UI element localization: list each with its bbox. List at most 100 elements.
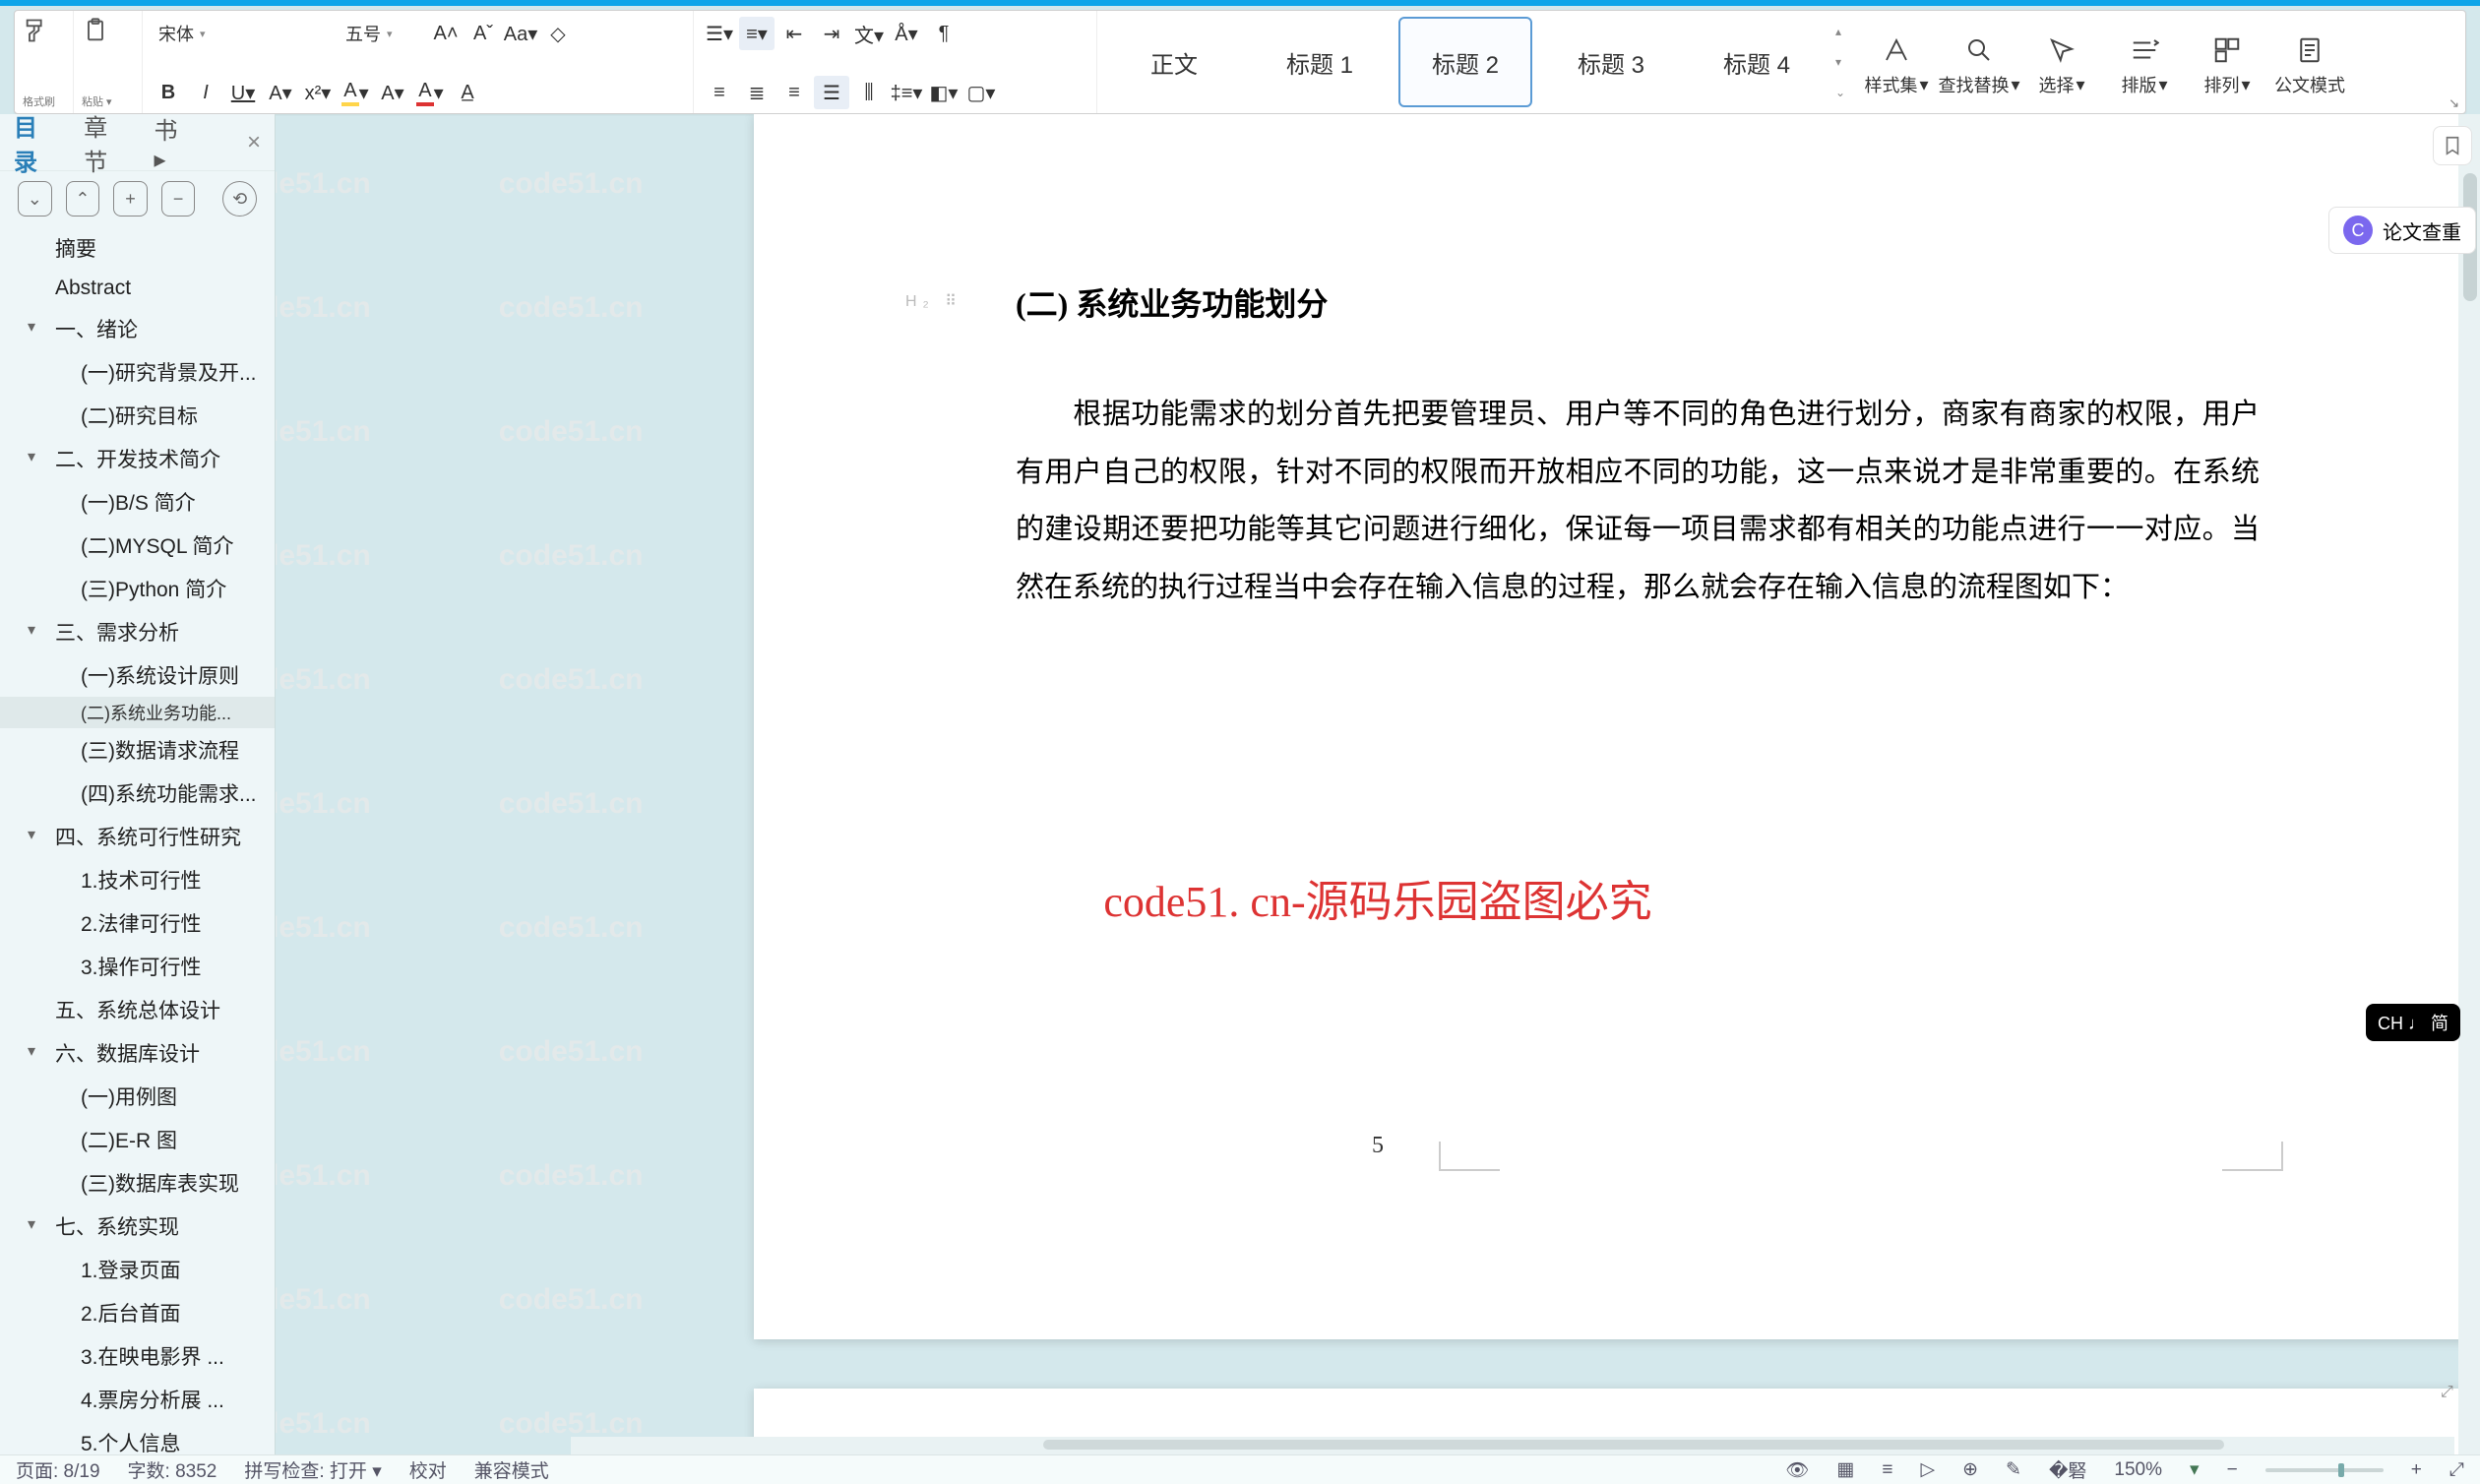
style-scroll-up-icon[interactable]: ▴ [1835, 25, 1845, 38]
fullscreen-icon[interactable]: ⤢ [2449, 1459, 2464, 1481]
font-color2-button[interactable]: A▾ [412, 76, 448, 109]
nav-remove-icon[interactable]: − [161, 181, 196, 216]
nav-close-button[interactable]: × [247, 129, 261, 156]
outline-item[interactable]: Abstract [0, 270, 275, 307]
view-print-icon[interactable]: ▦ [1836, 1458, 1854, 1481]
outline-handle[interactable]: H₂ ⠿ [905, 291, 962, 311]
outline-item[interactable]: ▾二、开发技术简介 [0, 437, 275, 480]
outline-item[interactable]: (三)Python 简介 [0, 567, 275, 610]
view-focus-icon[interactable]: 👁 [1785, 1458, 1809, 1482]
align-left-button[interactable]: ≡ [702, 76, 737, 109]
view-outline-icon[interactable]: ≡ [1882, 1459, 1892, 1481]
outline-item[interactable]: ▾四、系统可行性研究 [0, 815, 275, 858]
align-center-button[interactable]: ≣ [739, 76, 775, 109]
nav-refresh-icon[interactable]: ⟲ [222, 181, 257, 216]
zoom-slider[interactable] [2265, 1468, 2384, 1472]
outline-item[interactable]: ▾一、绪论 [0, 307, 275, 350]
bullets-button[interactable]: ☰▾ [702, 17, 737, 50]
change-case-icon[interactable]: Aa▾ [503, 17, 538, 50]
outline-item[interactable]: 3.操作可行性 [0, 945, 275, 988]
outline-item[interactable]: (一)系统设计原则 [0, 653, 275, 697]
numbering-button[interactable]: ≡▾ [739, 17, 775, 50]
font-size-select[interactable]: 五号▾ [338, 18, 426, 49]
outline-item[interactable]: 五、系统总体设计 [0, 988, 275, 1031]
layout-button[interactable]: 排列▾ [2186, 11, 2268, 113]
decrease-indent-button[interactable]: ⇤ [776, 17, 812, 50]
outline-item[interactable]: (二)系统业务功能... [0, 697, 275, 728]
borders-button[interactable]: ▢▾ [963, 76, 999, 109]
outline-item[interactable]: 1.技术可行性 [0, 858, 275, 901]
font-family-select[interactable]: 宋体▾ [151, 18, 336, 49]
shading-button[interactable]: ◧▾ [926, 76, 961, 109]
highlight-button[interactable]: A▾ [338, 76, 373, 109]
arrange-button[interactable]: 排版▾ [2103, 11, 2186, 113]
outline-item[interactable]: (一)B/S 简介 [0, 480, 275, 524]
style-h1[interactable]: 标题 1 [1253, 17, 1387, 107]
view-web-icon[interactable]: ⊕ [1962, 1458, 1978, 1481]
status-proof[interactable]: 校对 [409, 1456, 447, 1483]
zoom-out-button[interactable]: − [2227, 1459, 2238, 1481]
superscript-button[interactable]: x²▾ [300, 76, 336, 109]
style-expand-icon[interactable]: ⌄ [1835, 86, 1845, 99]
underline-button[interactable]: U▾ [225, 76, 261, 109]
outline-item[interactable]: ▾三、需求分析 [0, 610, 275, 653]
text-direction-button[interactable]: 文▾ [851, 17, 887, 50]
view-draft-icon[interactable]: ✎ [2006, 1458, 2021, 1481]
clear-format-icon[interactable]: ◇ [540, 17, 576, 50]
zoom-value[interactable]: 150% [2114, 1459, 2162, 1481]
scrollbar-horizontal[interactable] [571, 1437, 2454, 1454]
outline-item[interactable]: (一)用例图 [0, 1075, 275, 1118]
format-painter-icon[interactable] [23, 17, 50, 44]
shrink-font-icon[interactable]: Aˇ [465, 17, 501, 50]
style-body[interactable]: 正文 [1107, 17, 1241, 107]
select-button[interactable]: 选择▾ [2020, 11, 2103, 113]
outline-item[interactable]: ▾七、系统实现 [0, 1205, 275, 1248]
italic-button[interactable]: I [188, 76, 223, 109]
outline-item[interactable]: (三)数据库表实现 [0, 1161, 275, 1205]
outline-item[interactable]: (一)研究背景及开... [0, 350, 275, 394]
tab-chapter[interactable]: 章节 [84, 108, 126, 177]
rail-bookmark-icon[interactable] [2433, 126, 2472, 165]
style-h2[interactable]: 标题 2 [1398, 17, 1532, 107]
tab-bookmark[interactable]: 书 ▸ [155, 111, 192, 174]
outline-item[interactable]: 5.个人信息 [0, 1421, 275, 1454]
outline-tree[interactable]: 摘要Abstract▾一、绪论(一)研究背景及开...(二)研究目标▾二、开发技… [0, 226, 275, 1454]
paste-icon[interactable] [82, 17, 109, 44]
view-read-icon[interactable]: ▷ [1920, 1458, 1935, 1481]
style-h4[interactable]: 标题 4 [1690, 17, 1824, 107]
paste-label[interactable]: 粘贴 [82, 96, 103, 108]
zoom-in-button[interactable]: + [2411, 1459, 2422, 1481]
view-camera-icon[interactable]: �硻 [2049, 1456, 2086, 1483]
style-set-button[interactable]: 样式集▾ [1855, 11, 1938, 113]
outline-item[interactable]: (四)系统功能需求... [0, 772, 275, 815]
outline-item[interactable]: 2.法律可行性 [0, 901, 275, 945]
style-scroll-down-icon[interactable]: ▾ [1835, 55, 1845, 69]
outline-item[interactable]: 2.后台首面 [0, 1291, 275, 1334]
char-border-button[interactable]: A̲ [450, 76, 485, 109]
style-h3[interactable]: 标题 3 [1544, 17, 1678, 107]
para-dialog-launcher-icon[interactable]: ↘ [2449, 95, 2459, 111]
font-color-button[interactable]: A▾ [263, 76, 298, 109]
nav-collapse-icon[interactable]: ⌄ [18, 181, 52, 216]
show-marks-button[interactable]: ¶ [926, 17, 961, 50]
grow-font-icon[interactable]: A˄ [428, 17, 464, 50]
outline-item[interactable]: (三)数据请求流程 [0, 728, 275, 772]
increase-indent-button[interactable]: ⇥ [814, 17, 849, 50]
outline-item[interactable]: (二)E-R 图 [0, 1118, 275, 1161]
status-compat[interactable]: 兼容模式 [474, 1456, 549, 1483]
align-justify-button[interactable]: ☰ [814, 76, 849, 109]
resize-corner-icon[interactable]: ⤢ [2441, 1384, 2462, 1405]
distribute-button[interactable]: ⫼ [851, 76, 887, 109]
outline-item[interactable]: 摘要 [0, 226, 275, 270]
line-spacing-button[interactable]: ‡≡▾ [889, 76, 924, 109]
outline-item[interactable]: ▾六、数据库设计 [0, 1031, 275, 1075]
text-effects-button[interactable]: A▾ [375, 76, 410, 109]
status-page[interactable]: 页面: 8/19 [16, 1456, 100, 1483]
align-right-button[interactable]: ≡ [776, 76, 812, 109]
status-words[interactable]: 字数: 8352 [128, 1456, 217, 1483]
tab-toc[interactable]: 目录 [14, 108, 56, 177]
nav-expand-icon[interactable]: ⌃ [66, 181, 100, 216]
nav-add-icon[interactable]: + [113, 181, 148, 216]
outline-item[interactable]: 1.登录页面 [0, 1248, 275, 1291]
find-replace-button[interactable]: 查找替换▾ [1938, 11, 2020, 113]
